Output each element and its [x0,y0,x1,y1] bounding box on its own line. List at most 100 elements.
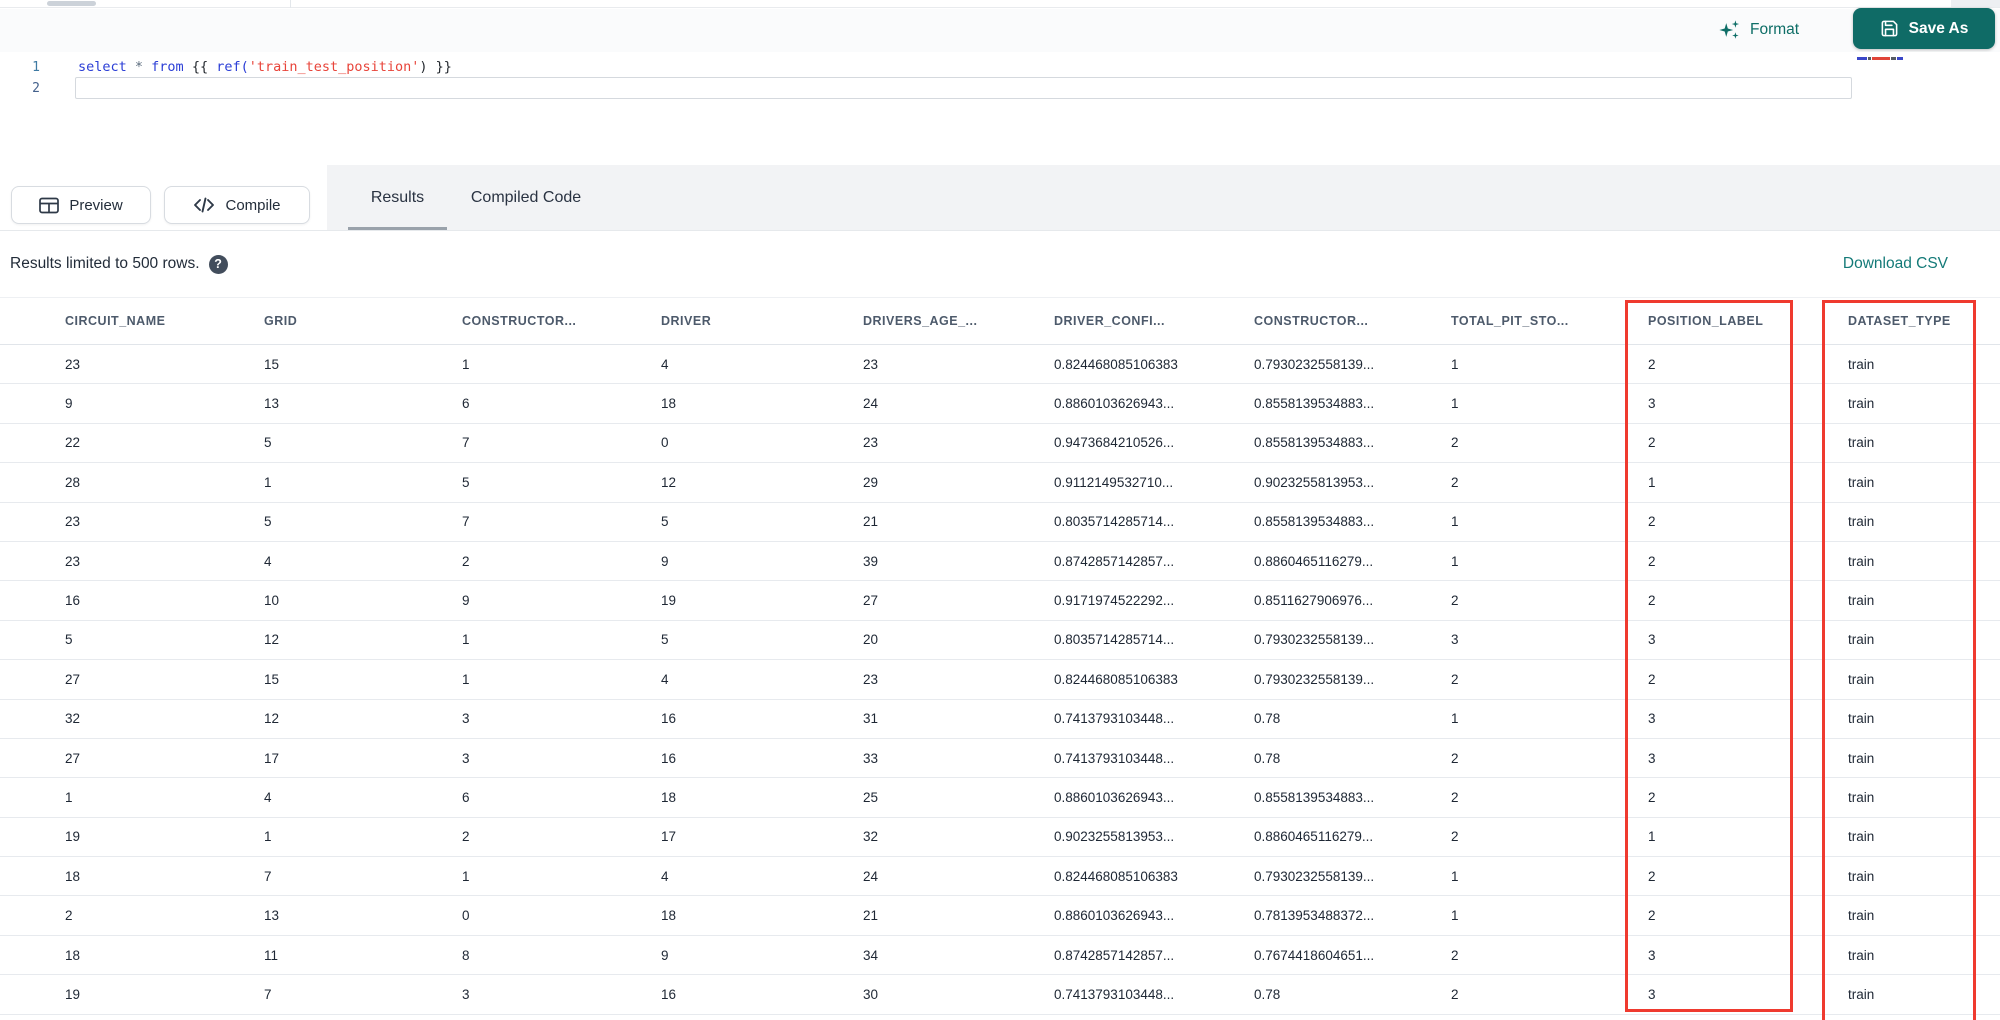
cell: 12 [661,474,677,490]
cell: 2 [1451,435,1459,451]
sql-ide-results-panel: Format Save As 1 select * from {{ ref('tr… [0,0,2000,1020]
cell: 3 [462,750,470,766]
cell: 2 [1648,514,1656,530]
cell: 0.824468085106383 [1054,868,1178,884]
cell: 27 [65,750,81,766]
table-row: 19 1 2 17 32 0.9023255813953... 0.886046511627… [0,817,2000,858]
table-row: 23 15 1 4 23 0.824468085106383 0.7930232558139… [0,345,2000,385]
table-row: 27 15 1 4 23 0.824468085106383 0.7930232558139… [0,660,2000,700]
code-line[interactable]: 1 select * from {{ ref('train_test_positi… [0,57,2000,78]
table-row: 27 17 3 16 33 0.7413793103448... 0.78 2 3 train [0,738,2000,779]
cell: 5 [661,632,669,648]
cell: 0.824468085106383 [1054,356,1178,372]
cell: 11 [264,947,279,963]
results-info-bar: Results limited to 500 rows. ? Download … [0,231,2000,297]
column-header: TOTAL_PIT_STO... [1451,314,1569,328]
download-csv-link[interactable]: Download CSV [1843,255,1948,273]
cell: 0.7413793103448... [1054,986,1175,1002]
table-body: 23 15 1 4 23 0.824468085106383 0.7930232558139… [0,345,2000,1015]
cell: 7 [462,514,470,530]
tab-results[interactable]: Results [348,165,447,230]
cell: 0.9473684210526... [1054,435,1175,451]
tab-divider [290,0,291,8]
table-row: 18 7 1 4 24 0.824468085106383 0.7930232558139.… [0,857,2000,897]
cell: 1 [1451,356,1459,372]
cell: 31 [863,711,879,727]
help-icon[interactable]: ? [208,254,228,274]
cell: 18 [661,908,677,924]
cell: 19 [65,986,81,1002]
table-row: 22 5 7 0 23 0.9473684210526... 0.8558139534883… [0,423,2000,464]
cell: 9 [661,947,669,963]
compile-button[interactable]: Compile [164,186,310,224]
preview-button[interactable]: Preview [11,186,151,224]
cell: 2 [1648,671,1656,687]
cell: 19 [661,593,677,609]
cell: 5 [661,514,669,530]
sql-editor[interactable]: 1 select * from {{ ref('train_test_positi… [0,52,2000,165]
format-button[interactable]: Format [1718,12,1799,48]
cell: 0.8742857142857... [1054,947,1175,963]
cell: 23 [863,671,879,687]
cell: 3 [1648,632,1656,648]
tab-strip-scrollbar[interactable] [47,1,96,6]
code-lines: 1 select * from {{ ref('train_test_positi… [0,57,2000,99]
cell: 18 [661,396,677,412]
cell: 3 [1648,986,1656,1002]
cell: 7 [264,868,272,884]
cell: train [1848,474,1875,490]
window-corner [1951,0,2000,7]
cell: 0.7674418604651... [1254,947,1375,963]
cell: 20 [863,632,879,648]
column-header: CIRCUIT_NAME [65,314,166,328]
format-label: Format [1750,21,1800,38]
tab-compiled-code[interactable]: Compiled Code [456,165,596,230]
table-icon [39,197,60,213]
cell: 5 [264,435,272,451]
cell: 0 [661,435,669,451]
cell: 2 [1451,671,1459,687]
cell: 15 [264,356,280,372]
cell: 7 [462,435,470,451]
cell: train [1848,356,1875,372]
cell: 2 [1648,356,1656,372]
cell: 28 [65,474,81,490]
cell: train [1848,435,1875,451]
cell: 2 [1648,868,1656,884]
active-tab-underline [348,227,447,230]
tab-results-label: Results [370,188,425,206]
cell: 2 [462,829,470,845]
cell: 1 [462,632,470,648]
column-header: DRIVER_CONFI... [1054,314,1165,328]
table-row: 23 4 2 9 39 0.8742857142857... 0.8860465116279… [0,541,2000,582]
line-number: 1 [32,60,40,75]
cell: 0.8860103626943... [1054,789,1175,805]
cell: 1 [1648,474,1656,490]
table-row: 18 11 8 9 34 0.8742857142857... 0.767441860465… [0,935,2000,976]
cell: 3 [1648,947,1656,963]
save-as-button[interactable]: Save As [1853,8,1995,49]
cell: 24 [863,396,879,412]
table-row: 32 12 3 16 31 0.7413793103448... 0.78 1 3 train [0,699,2000,739]
code-icon [194,197,215,213]
cell: 33 [863,750,879,766]
cell: 2 [1648,593,1656,609]
cell: 16 [65,593,81,609]
save-as-label: Save As [1908,19,1969,37]
table-row: 19 7 3 16 30 0.7413793103448... 0.78 2 3 train [0,975,2000,1015]
code-line[interactable]: 2 [0,78,2000,99]
table-row: 28 1 5 12 29 0.9112149532710... 0.902325581395… [0,463,2000,503]
cell: 0.7930232558139... [1254,868,1375,884]
cell: 3 [462,711,470,727]
cell: train [1848,514,1875,530]
table-row: 1 4 6 18 25 0.8860103626943... 0.8558139534883… [0,778,2000,818]
cell: 2 [1648,553,1656,569]
cell: 19 [65,829,81,845]
cell: 32 [65,711,81,727]
cell: 13 [264,908,280,924]
cell: 2 [1451,829,1459,845]
cell: 5 [462,474,470,490]
results-limit-message: Results limited to 500 rows. [10,255,200,272]
cell: 17 [661,829,677,845]
save-icon [1881,20,1898,37]
